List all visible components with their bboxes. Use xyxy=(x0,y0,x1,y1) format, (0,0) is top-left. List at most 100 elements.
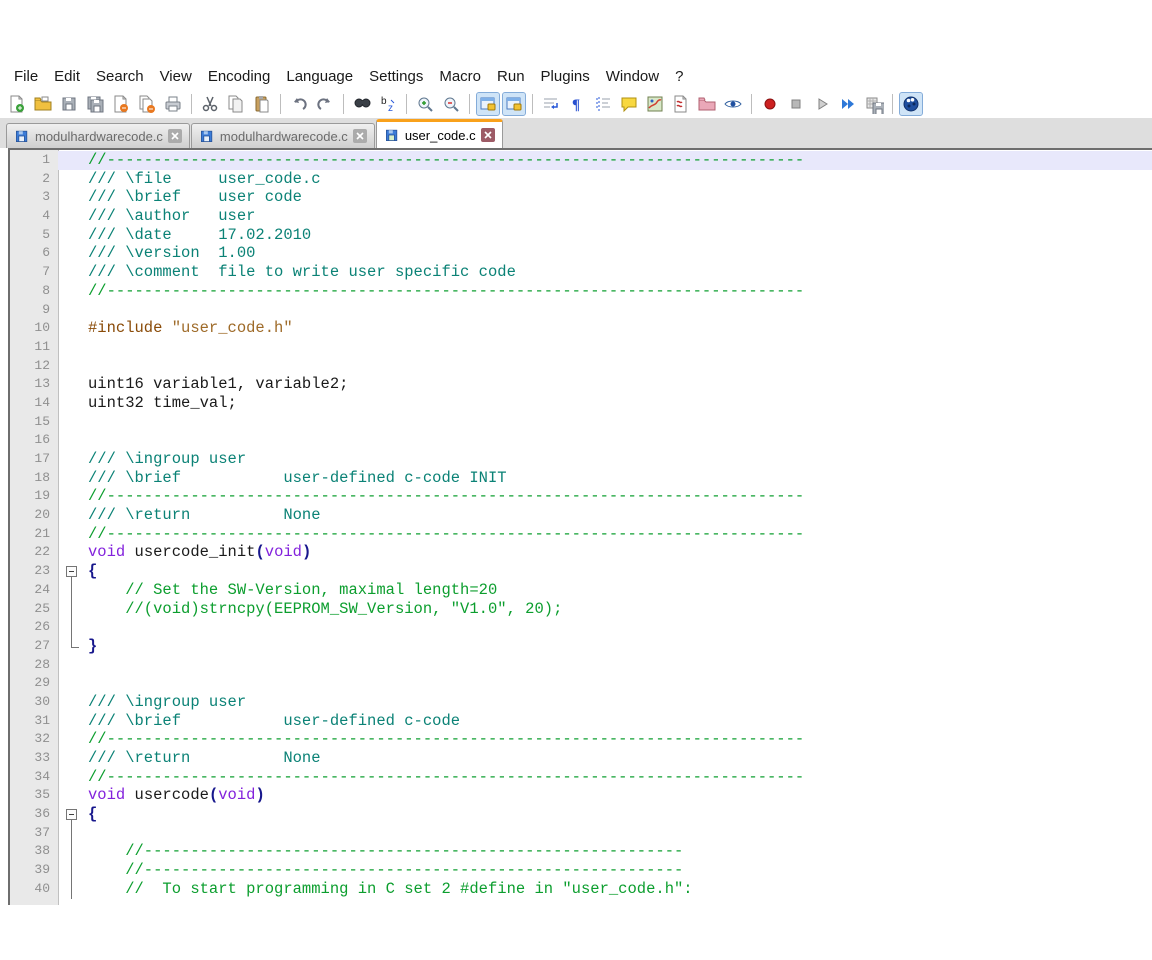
redo-icon[interactable] xyxy=(314,93,336,115)
tab-close-icon[interactable] xyxy=(168,129,182,143)
menu-item-window[interactable]: Window xyxy=(598,64,667,90)
tab-close-icon[interactable] xyxy=(353,129,367,143)
save-file-icon[interactable] xyxy=(58,93,80,115)
code-text[interactable]: uint32 time_val; xyxy=(86,394,1152,413)
code-text[interactable]: /// \brief user-defined c-code xyxy=(86,712,1152,731)
line-number: 19 xyxy=(10,487,58,506)
code-text[interactable] xyxy=(86,301,1152,320)
menu-item-view[interactable]: View xyxy=(152,64,200,90)
code-text[interactable]: //--------------------------------------… xyxy=(86,525,1152,544)
code-text[interactable]: //--------------------------------------… xyxy=(86,730,1152,749)
line-number: 7 xyxy=(10,263,58,282)
code-text[interactable]: void usercode_init(void) xyxy=(86,543,1152,562)
code-text[interactable]: } xyxy=(86,637,1152,656)
close-file-icon[interactable] xyxy=(110,93,132,115)
user-defined-language-icon[interactable] xyxy=(618,93,640,115)
print-icon[interactable] xyxy=(162,93,184,115)
document-monitoring-icon[interactable] xyxy=(722,93,744,115)
code-text[interactable]: /// \file user_code.c xyxy=(86,170,1152,189)
code-text[interactable]: uint16 variable1, variable2; xyxy=(86,375,1152,394)
code-line: 40 // To start programming in C set 2 #d… xyxy=(10,880,1152,899)
code-text[interactable] xyxy=(86,618,1152,637)
code-text[interactable]: /// \ingroup user xyxy=(86,693,1152,712)
code-text[interactable]: // To start programming in C set 2 #defi… xyxy=(86,880,1152,899)
code-text[interactable]: /// \author user xyxy=(86,207,1152,226)
menu-item-macro[interactable]: Macro xyxy=(431,64,489,90)
code-text[interactable]: /// \brief user-defined c-code INIT xyxy=(86,469,1152,488)
code-text[interactable]: //--------------------------------------… xyxy=(86,842,1152,861)
line-number: 22 xyxy=(10,543,58,562)
menu-item-run[interactable]: Run xyxy=(489,64,533,90)
plugin-cookie-icon[interactable] xyxy=(900,93,922,115)
code-text[interactable]: //(void)strncpy(EEPROM_SW_Version, "V1.0… xyxy=(86,600,1152,619)
code-text[interactable]: { xyxy=(86,562,1152,581)
undo-icon[interactable] xyxy=(288,93,310,115)
close-all-icon[interactable] xyxy=(136,93,158,115)
copy-icon[interactable] xyxy=(225,93,247,115)
new-file-icon[interactable] xyxy=(6,93,28,115)
code-text[interactable]: //--------------------------------------… xyxy=(86,151,1152,170)
function-list-icon[interactable] xyxy=(670,93,692,115)
line-number: 38 xyxy=(10,842,58,861)
paste-icon[interactable] xyxy=(251,93,273,115)
code-editor[interactable]: 1//-------------------------------------… xyxy=(8,148,1152,905)
show-indent-guide-icon[interactable] xyxy=(592,93,614,115)
sync-horizontal-scroll-icon[interactable] xyxy=(503,93,525,115)
code-text[interactable]: /// \date 17.02.2010 xyxy=(86,226,1152,245)
code-text[interactable] xyxy=(86,674,1152,693)
line-number: 36 xyxy=(10,805,58,824)
menu-item-settings[interactable]: Settings xyxy=(361,64,431,90)
code-text[interactable]: //--------------------------------------… xyxy=(86,768,1152,787)
code-text[interactable]: //--------------------------------------… xyxy=(86,861,1152,880)
code-text[interactable] xyxy=(86,413,1152,432)
line-number: 39 xyxy=(10,861,58,880)
document-map-icon[interactable] xyxy=(644,93,666,115)
macro-save-icon[interactable] xyxy=(863,93,885,115)
code-text[interactable]: /// \ingroup user xyxy=(86,450,1152,469)
code-text[interactable]: /// \version 1.00 xyxy=(86,244,1152,263)
code-text[interactable]: //--------------------------------------… xyxy=(86,487,1152,506)
code-text[interactable]: #include "user_code.h" xyxy=(86,319,1152,338)
macro-stop-icon[interactable] xyxy=(785,93,807,115)
tab-modulhardwarecode-c[interactable]: 0">modulhardwarecode.c xyxy=(191,123,375,148)
code-text[interactable] xyxy=(86,338,1152,357)
open-file-icon[interactable] xyxy=(32,93,54,115)
fold-collapse-icon[interactable] xyxy=(58,805,86,824)
code-text[interactable]: { xyxy=(86,805,1152,824)
cut-icon[interactable] xyxy=(199,93,221,115)
code-text[interactable]: /// \brief user code xyxy=(86,188,1152,207)
zoom-in-icon[interactable] xyxy=(414,93,436,115)
code-text[interactable] xyxy=(86,357,1152,376)
tab-modulhardwarecode-c[interactable]: 0">modulhardwarecode.c xyxy=(6,123,190,148)
save-all-icon[interactable] xyxy=(84,93,106,115)
macro-play-icon[interactable] xyxy=(811,93,833,115)
menu-item-search[interactable]: Search xyxy=(88,64,152,90)
tab-user_code-c[interactable]: 0">user_code.c xyxy=(376,119,503,148)
code-text[interactable] xyxy=(86,431,1152,450)
code-text[interactable] xyxy=(86,824,1152,843)
fold-collapse-icon[interactable] xyxy=(58,562,86,581)
tab-close-icon[interactable] xyxy=(481,128,495,142)
menu-item-encoding[interactable]: Encoding xyxy=(200,64,279,90)
code-text[interactable]: /// \return None xyxy=(86,749,1152,768)
code-text[interactable] xyxy=(86,656,1152,675)
menu-item-plugins[interactable]: Plugins xyxy=(533,64,598,90)
menu-item-help[interactable]: ? xyxy=(667,64,691,90)
menu-item-file[interactable]: File xyxy=(6,64,46,90)
menu-item-language[interactable]: Language xyxy=(278,64,361,90)
code-text[interactable]: // Set the SW-Version, maximal length=20 xyxy=(86,581,1152,600)
show-all-characters-icon[interactable]: ¶ xyxy=(566,93,588,115)
code-text[interactable]: //--------------------------------------… xyxy=(86,282,1152,301)
code-text[interactable]: /// \comment file to write user specific… xyxy=(86,263,1152,282)
word-wrap-icon[interactable] xyxy=(540,93,562,115)
replace-icon[interactable]: bz xyxy=(377,93,399,115)
find-icon[interactable] xyxy=(351,93,373,115)
code-text[interactable]: void usercode(void) xyxy=(86,786,1152,805)
zoom-out-icon[interactable] xyxy=(440,93,462,115)
code-text[interactable]: /// \return None xyxy=(86,506,1152,525)
sync-vertical-scroll-icon[interactable] xyxy=(477,93,499,115)
folder-as-workspace-icon[interactable] xyxy=(696,93,718,115)
macro-record-icon[interactable] xyxy=(759,93,781,115)
macro-run-multiple-icon[interactable] xyxy=(837,93,859,115)
menu-item-edit[interactable]: Edit xyxy=(46,64,88,90)
